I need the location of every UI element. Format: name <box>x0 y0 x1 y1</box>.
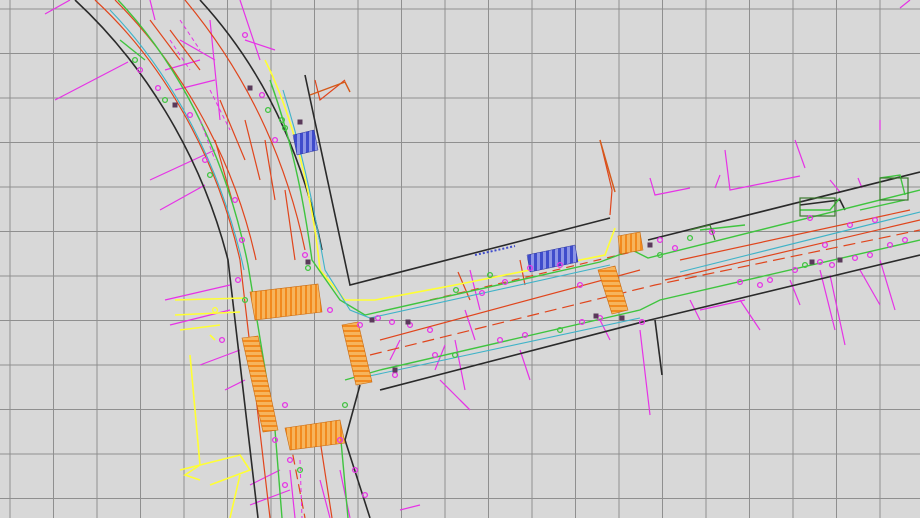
circle-marker-icon <box>234 276 242 284</box>
signal-cabinet-icon <box>392 367 398 373</box>
bus-shelters <box>292 129 579 273</box>
circle-marker-icon <box>241 31 249 39</box>
bus-shelter-icon <box>526 244 579 273</box>
circle-marker-icon <box>686 234 694 242</box>
cad-viewport[interactable] <box>0 0 920 518</box>
crossing-east-road <box>617 231 644 255</box>
signal-cabinet-icon <box>837 257 843 263</box>
signal-cabinet-icon <box>172 102 178 108</box>
circle-marker-icon <box>131 56 139 64</box>
circle-marker-icon <box>301 251 309 259</box>
circle-marker-icon <box>218 336 226 344</box>
circle-marker-icon <box>281 401 289 409</box>
circle-marker-icon <box>281 481 289 489</box>
circle-marker-icon <box>656 236 664 244</box>
circle-marker-icon <box>821 241 829 249</box>
circle-marker-icon <box>326 306 334 314</box>
circle-marker-icon <box>426 326 434 334</box>
circle-marker-icon <box>391 371 399 379</box>
circle-marker-icon <box>258 91 266 99</box>
circle-marker-icon <box>452 286 460 294</box>
signal-cabinet-icon <box>593 313 599 319</box>
circle-marker-icon <box>766 276 774 284</box>
crossing-side-road <box>597 265 629 315</box>
circle-marker-icon <box>851 254 859 262</box>
footway-edges <box>174 59 616 518</box>
crossing-south-arm <box>284 419 346 451</box>
signal-cabinet-icon <box>405 319 411 325</box>
circle-marker-icon <box>901 236 909 244</box>
circle-marker-icon <box>304 264 312 272</box>
circle-marker-icon <box>286 456 294 464</box>
circle-marker-icon <box>871 216 879 224</box>
signal-cabinet-icon <box>305 259 311 265</box>
circle-marker-icon <box>231 196 239 204</box>
circle-marker-icon <box>186 111 194 119</box>
crossing-north-arm <box>249 283 323 321</box>
utility-green <box>117 0 920 518</box>
circle-marker-icon <box>154 84 162 92</box>
crossing-west-arm <box>241 335 279 433</box>
circle-marker-icon <box>211 306 219 314</box>
signal-cabinet-icon <box>809 259 815 265</box>
circle-marker-icon <box>206 171 214 179</box>
pedestrian-crossings <box>241 231 644 451</box>
signal-cabinet-icon <box>619 315 625 321</box>
circle-marker-icon <box>671 244 679 252</box>
circle-marker-icon <box>866 251 874 259</box>
circle-marker-icon <box>264 106 272 114</box>
signal-cabinet-icon <box>369 317 375 323</box>
street-furniture-markers <box>131 31 909 499</box>
signal-cabinet-icon <box>297 119 303 125</box>
circle-marker-icon <box>756 281 764 289</box>
crossing-east-arm <box>341 321 373 386</box>
circle-marker-icon <box>341 401 349 409</box>
drawing-canvas[interactable] <box>0 0 920 518</box>
circle-marker-icon <box>271 136 279 144</box>
carriageway-markings <box>94 0 920 518</box>
circle-marker-icon <box>828 261 836 269</box>
signal-cabinet-icon <box>647 242 653 248</box>
signal-cabinet-icon <box>247 85 253 91</box>
